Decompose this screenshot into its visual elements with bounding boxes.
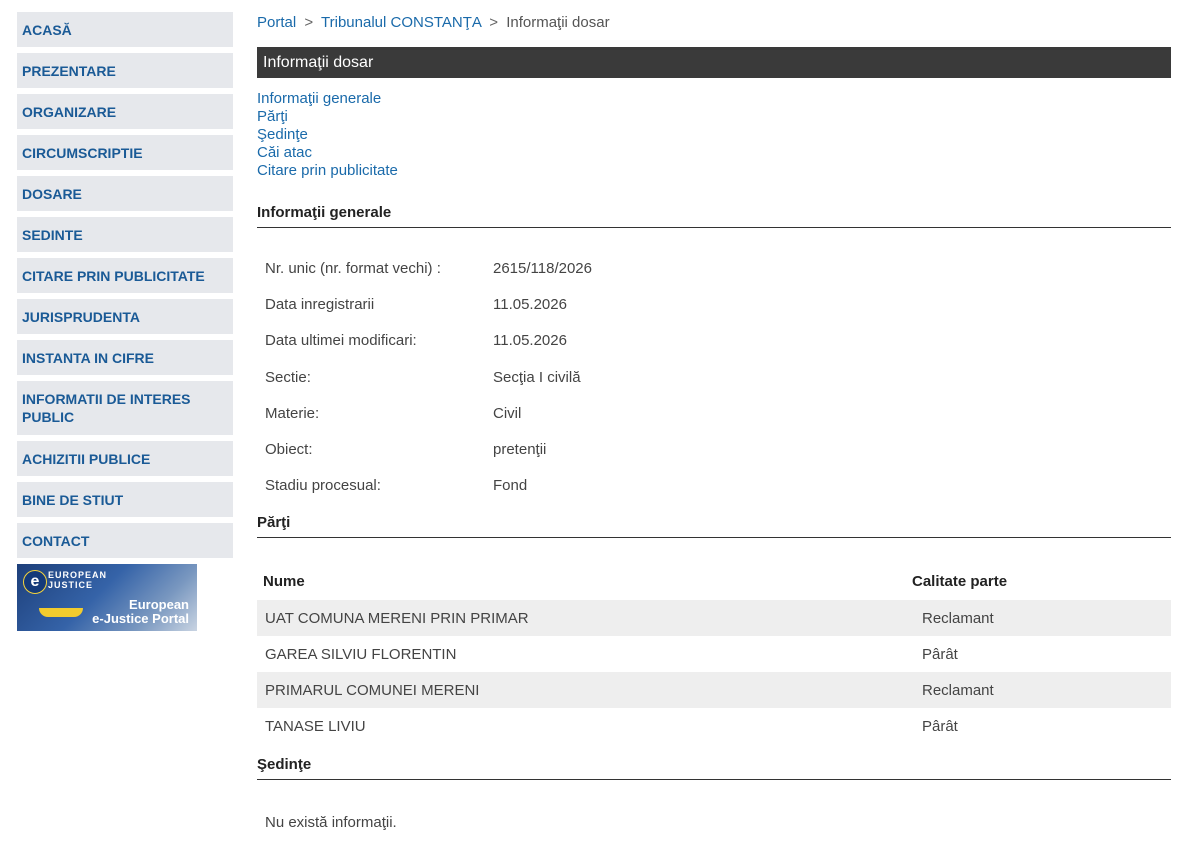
column-header-calitate-parte: Calitate parte <box>912 572 1008 590</box>
ejustice-logo-icon: e <box>23 570 47 594</box>
section-title-sedinte: Şedinţe <box>257 756 1171 781</box>
nav-item-prezentare[interactable]: PREZENTARE <box>17 53 233 88</box>
nav-item-dosare[interactable]: DOSARE <box>17 176 233 211</box>
nav-item-achizitii-publice[interactable]: ACHIZITII PUBLICE <box>17 441 233 476</box>
section-links: Informaţii generale Părţi Şedinţe Căi at… <box>257 90 1171 180</box>
sidebar-nav: ACASĂ PREZENTARE ORGANIZARE CIRCUMSCRIPT… <box>17 12 233 631</box>
nav-item-sedinte[interactable]: SEDINTE <box>17 217 233 252</box>
breadcrumb-separator: > <box>489 14 499 31</box>
breadcrumb-separator: > <box>304 14 314 31</box>
party-name: TANASE LIVIU <box>265 717 366 735</box>
party-name: GAREA SILVIU FLORENTIN <box>265 645 457 663</box>
parties-table-header: Nume Calitate parte <box>257 568 1171 594</box>
table-row: TANASE LIVIU Pârât <box>257 708 1171 744</box>
info-row: Materie: Civil <box>257 395 1171 431</box>
ejustice-title-line1: European <box>129 597 189 612</box>
party-role: Pârât <box>922 645 958 663</box>
table-row: PRIMARUL COMUNEI MERENI Reclamant <box>257 672 1171 709</box>
party-name: UAT COMUNA MERENI PRIN PRIMAR <box>265 609 529 627</box>
column-header-nume: Nume <box>263 572 305 590</box>
ejustice-logo-text: EUROPEAN JUSTICE <box>48 570 107 590</box>
page-title: Informaţii dosar <box>263 53 374 71</box>
info-label: Data inregistrarii <box>265 295 375 313</box>
info-value: Fond <box>493 477 528 495</box>
nav-item-bine-de-stiut[interactable]: BINE DE STIUT <box>17 482 233 517</box>
main-content: Portal > Tribunalul CONSTANŢA > Informaţ… <box>257 14 1171 831</box>
info-value: 2615/118/2026 <box>493 259 592 277</box>
nav-item-jurisprudenta[interactable]: JURISPRUDENTA <box>17 299 233 334</box>
info-value: Civil <box>493 404 522 422</box>
link-sedinte[interactable]: Şedinţe <box>257 126 1171 144</box>
info-label: Materie: <box>265 404 320 422</box>
info-row: Data ultimei modificari: 11.05.2026 <box>257 323 1171 359</box>
party-role: Pârât <box>922 717 958 735</box>
ejustice-title-line2: e-Justice Portal <box>92 611 189 626</box>
table-row: GAREA SILVIU FLORENTIN Pârât <box>257 636 1171 672</box>
breadcrumb-portal-link[interactable]: Portal <box>257 14 296 31</box>
info-row: Obiect: pretenţii <box>257 431 1171 467</box>
info-label: Obiect: <box>265 441 313 459</box>
ejustice-logo-line1: EUROPEAN <box>48 570 108 580</box>
party-name: PRIMARUL COMUNEI MERENI <box>265 681 480 699</box>
breadcrumb-current: Informaţii dosar <box>506 14 610 31</box>
breadcrumb: Portal > Tribunalul CONSTANŢA > Informaţ… <box>257 14 1171 36</box>
link-parti[interactable]: Părţi <box>257 108 1171 126</box>
nav-item-informatii-interes-public[interactable]: INFORMATII DE INTERES PUBLIC <box>17 381 233 435</box>
info-value: Secţia I civilă <box>493 368 581 386</box>
link-informatii-generale[interactable]: Informaţii generale <box>257 90 1171 108</box>
scales-icon <box>39 608 83 617</box>
info-label: Nr. unic (nr. format vechi) : <box>265 259 441 277</box>
ejustice-portal-banner[interactable]: e EUROPEAN JUSTICE European e-Justice Po… <box>17 564 197 631</box>
info-label: Data ultimei modificari: <box>265 332 417 350</box>
nav-item-acasa[interactable]: ACASĂ <box>17 12 233 47</box>
breadcrumb-court-link[interactable]: Tribunalul CONSTANŢA <box>321 14 481 31</box>
info-value: pretenţii <box>493 441 547 459</box>
empty-state-text: Nu există informaţii. <box>265 814 397 832</box>
general-info-table: Nr. unic (nr. format vechi) : 2615/118/2… <box>257 250 1171 504</box>
info-label: Stadiu procesual: <box>265 477 381 495</box>
section-title-parti: Părţi <box>257 514 1171 539</box>
info-value: 11.05.2026 <box>493 332 567 350</box>
table-row: UAT COMUNA MERENI PRIN PRIMAR Reclamant <box>257 600 1171 637</box>
info-label: Sectie: <box>265 368 311 386</box>
party-role: Reclamant <box>922 609 994 627</box>
info-row: Stadiu procesual: Fond <box>257 468 1171 504</box>
info-row: Sectie: Secţia I civilă <box>257 359 1171 395</box>
info-row: Nr. unic (nr. format vechi) : 2615/118/2… <box>257 250 1171 286</box>
nav-item-circumscriptie[interactable]: CIRCUMSCRIPTIE <box>17 135 233 170</box>
ejustice-title: European e-Justice Portal <box>92 598 189 626</box>
nav-item-instanta-in-cifre[interactable]: INSTANTA IN CIFRE <box>17 340 233 375</box>
page-title-bar: Informaţii dosar <box>257 47 1171 78</box>
link-cai-atac[interactable]: Căi atac <box>257 144 1171 162</box>
party-role: Reclamant <box>922 681 994 699</box>
nav-item-contact[interactable]: CONTACT <box>17 523 233 558</box>
nav-item-citare-prin-publicitate[interactable]: CITARE PRIN PUBLICITATE <box>17 258 233 293</box>
info-row: Data inregistrarii 11.05.2026 <box>257 286 1171 322</box>
nav-item-organizare[interactable]: ORGANIZARE <box>17 94 233 129</box>
ejustice-logo-line2: JUSTICE <box>48 580 94 590</box>
section-title-informatii-generale: Informaţii generale <box>257 204 1171 228</box>
link-citare-prin-publicitate[interactable]: Citare prin publicitate <box>257 162 1171 180</box>
info-value: 11.05.2026 <box>493 295 567 313</box>
